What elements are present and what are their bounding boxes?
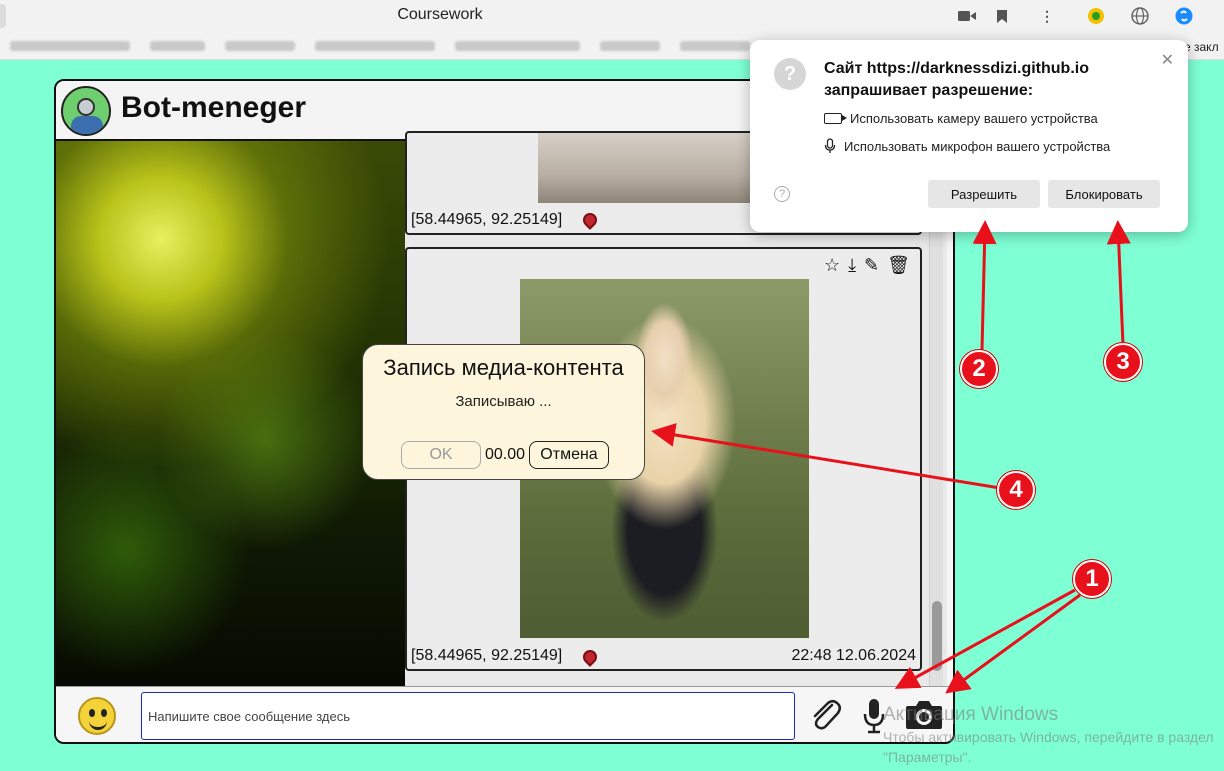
popup-title: Сайт https://darknessdizi.github.io запр… (824, 58, 1089, 102)
dialog-status: Записываю ... (455, 393, 552, 410)
star-icon[interactable]: ☆ (824, 255, 840, 276)
download-icon[interactable]: ⤓ (848, 255, 856, 276)
question-icon: ? (774, 58, 806, 90)
permission-popup: ? ✕ Сайт https://darknessdizi.github.io … (750, 40, 1188, 232)
bookmark-item[interactable] (10, 41, 130, 51)
arrow-3 (1106, 220, 1131, 346)
message-input[interactable] (141, 692, 795, 740)
page-title: Coursework (397, 6, 483, 23)
input-bar (56, 686, 953, 742)
allow-button[interactable]: Разрешить (928, 180, 1040, 208)
delete-icon[interactable]: 🗑 (887, 255, 910, 276)
globe-icon[interactable] (1130, 6, 1150, 26)
emoji-icon[interactable] (78, 697, 116, 735)
record-timer: 00.00 (485, 446, 526, 463)
camera-permission-icon[interactable] (956, 6, 978, 26)
bot-avatar (61, 86, 111, 136)
bookmark-icon[interactable] (994, 6, 1010, 26)
permission-camera: Использовать камеру вашего устройства (824, 111, 1098, 126)
dialog-title: Запись медиа-контента (383, 355, 624, 380)
location-pin-icon[interactable] (580, 210, 600, 230)
bookmark-item[interactable] (150, 41, 205, 51)
background-image (56, 141, 405, 686)
windows-watermark-title: Активация Windows (883, 704, 1059, 725)
bookmark-item[interactable] (600, 41, 660, 51)
cancel-button[interactable]: Отмена (529, 441, 609, 469)
bookmark-item[interactable] (225, 41, 295, 51)
block-button[interactable]: Блокировать (1048, 180, 1160, 208)
bookmarks-overflow[interactable]: е закл (1184, 40, 1219, 54)
record-dialog: Запись медиа-контента Записываю ... OK 0… (362, 344, 645, 480)
extension-yellow-icon[interactable] (1086, 6, 1106, 26)
message-coords: [58.44965, 92.25149] (411, 211, 563, 228)
close-icon[interactable]: ✕ (1161, 50, 1174, 70)
browser-titlebar: Coursework ⋮ (0, 0, 1224, 32)
permission-camera-label: Использовать камеру вашего устройства (850, 111, 1098, 126)
bookmark-item[interactable] (315, 41, 435, 51)
annotation-badge: 2 (960, 350, 998, 388)
bookmark-item[interactable] (680, 41, 750, 51)
popup-title-line: запрашивает разрешение: (824, 82, 1034, 99)
help-icon[interactable]: ? (774, 186, 790, 202)
ok-button[interactable]: OK (401, 441, 481, 469)
shazam-icon[interactable] (1174, 6, 1194, 26)
menu-dots-icon[interactable]: ⋮ (1040, 6, 1054, 26)
camera-outline-icon (824, 113, 847, 124)
popup-title-line: Сайт https://darknessdizi.github.io (824, 60, 1089, 77)
message-coords: [58.44965, 92.25149] (411, 647, 563, 664)
message-photo[interactable] (538, 133, 753, 203)
annotation-badge: 3 (1104, 343, 1142, 381)
arrow-1b (945, 593, 1081, 694)
scrollbar-thumb[interactable] (932, 601, 942, 671)
annotation-badge: 1 (1073, 560, 1111, 598)
arrow-2 (972, 220, 997, 351)
message-time: 22:48 12.06.2024 (791, 647, 916, 664)
message-toolbar: ☆ ⤓ ✎ 🗑 (824, 255, 910, 276)
edit-icon[interactable]: ✎ (864, 255, 879, 276)
microphone-outline-icon (824, 138, 836, 153)
app-title: Bot-meneger (121, 91, 307, 124)
location-pin-icon[interactable] (580, 647, 600, 667)
paperclip-icon[interactable] (808, 697, 842, 741)
annotation-badge: 4 (997, 471, 1035, 509)
permission-microphone: Использовать микрофон вашего устройства (824, 138, 1110, 154)
windows-watermark-text: "Параметры". (883, 749, 972, 765)
permission-microphone-label: Использовать микрофон вашего устройства (844, 138, 1111, 154)
bookmark-item[interactable] (455, 41, 580, 51)
windows-watermark-text: Чтобы активировать Windows, перейдите в … (883, 729, 1214, 745)
